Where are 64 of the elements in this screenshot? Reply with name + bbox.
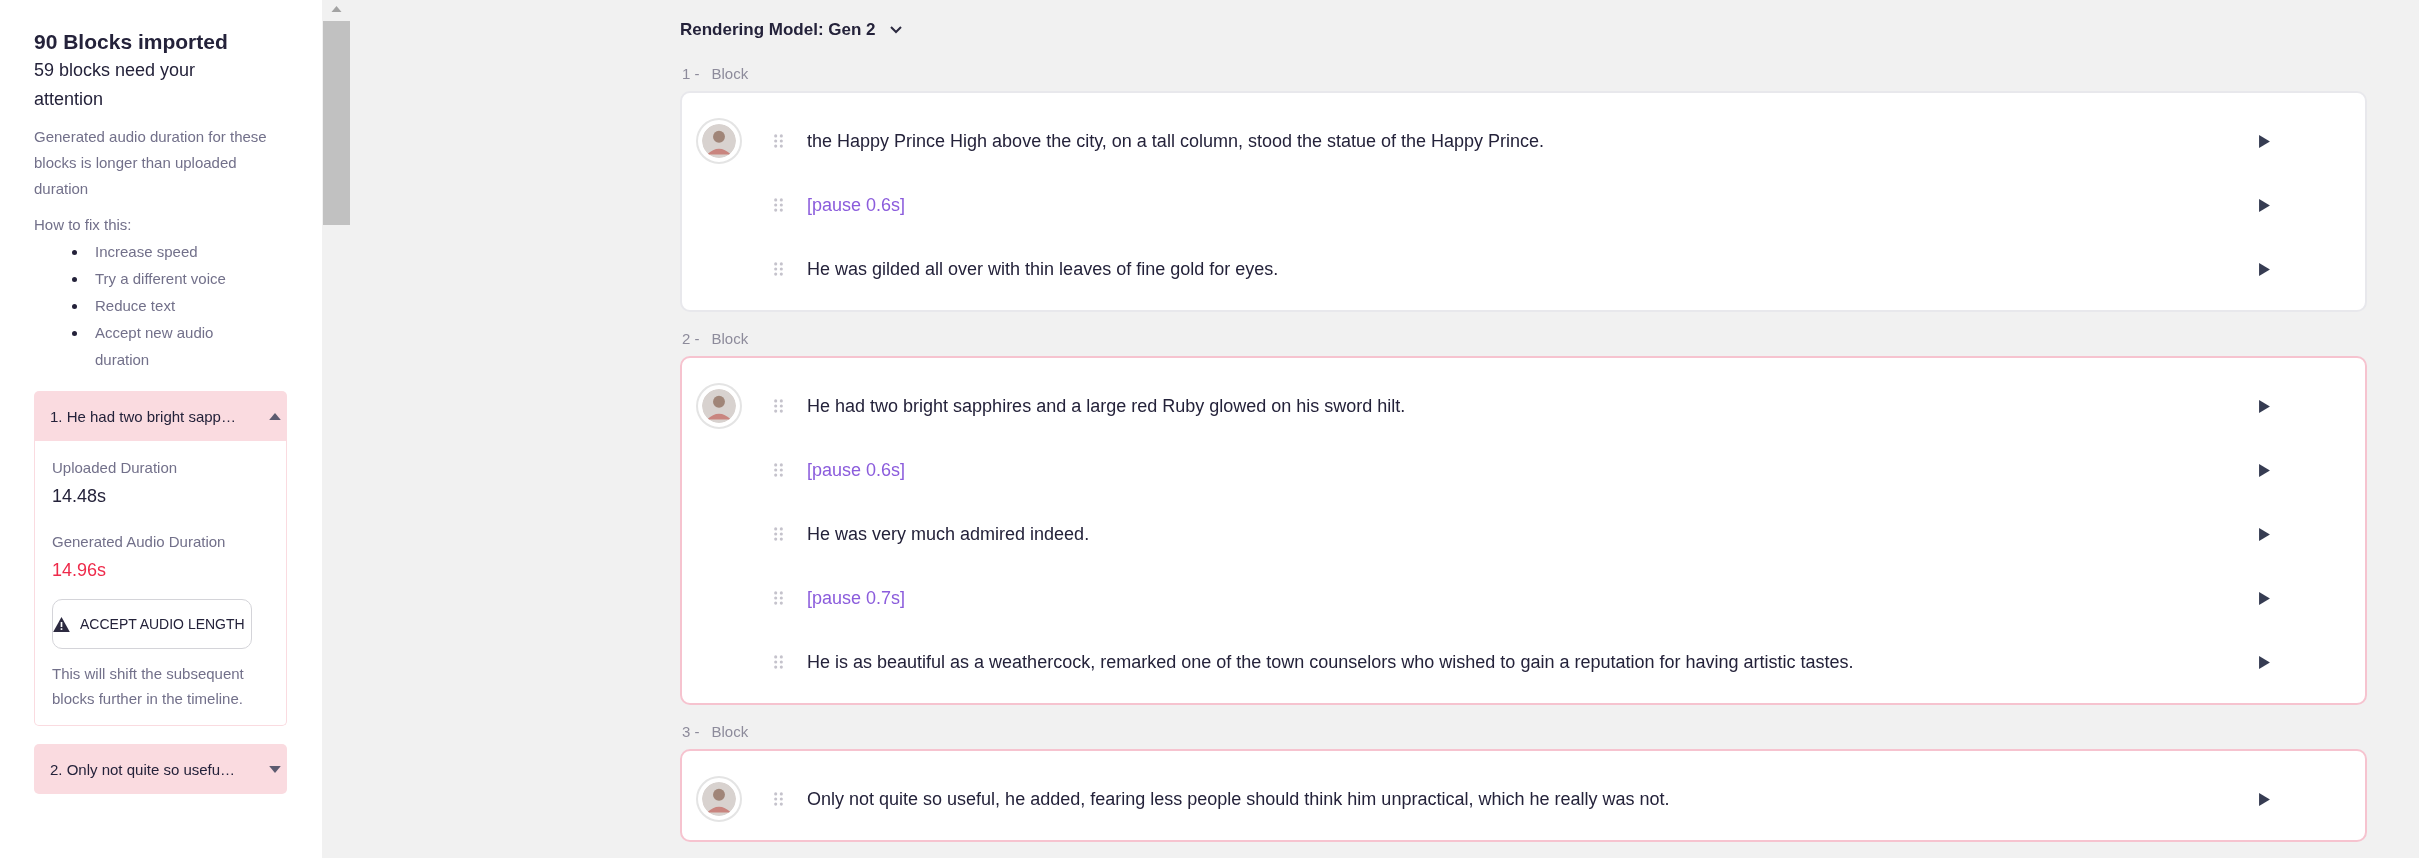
play-icon[interactable] [2259, 463, 2270, 477]
attention-count: 59 blocks need your attention [34, 59, 197, 111]
bullet-icon [72, 304, 77, 309]
shift-note: This will shift the subsequent blocks further in the timeline. [52, 664, 245, 709]
sentence-text[interactable]: He is as beautiful as a weathercock, remarked one of the town counselors who wished to gain a reputation for having artistic tastes. [807, 651, 2259, 673]
block-number: 2 - [682, 329, 700, 347]
fix-tip: Accept new audio duration [95, 323, 215, 370]
block-label: Block [711, 329, 749, 347]
generated-duration-value: 14.96s [52, 559, 108, 582]
scrollbar-thumb[interactable] [322, 21, 350, 225]
sentence-text[interactable]: He was very much admired indeed. [807, 523, 2259, 545]
sentence-text[interactable]: the Happy Prince High above the city, on a tall column, stood the statue of the Happy Prince. [807, 130, 2259, 152]
play-icon[interactable] [2259, 198, 2270, 212]
play-icon[interactable] [2259, 262, 2270, 276]
sentence-text[interactable]: He was gilded all over with thin leaves of fine gold for eyes. [807, 258, 2259, 280]
description-text: Generated audio duration for these blocks is longer than uploaded duration [34, 127, 268, 199]
avatar [696, 118, 742, 164]
drag-handle-icon[interactable] [774, 527, 783, 541]
avatar [696, 776, 742, 822]
drag-handle-icon[interactable] [774, 399, 783, 413]
drag-handle-icon[interactable] [774, 792, 783, 806]
drag-handle-icon[interactable] [774, 262, 783, 276]
issue-header[interactable]: 1. He had two bright sapp… [34, 391, 287, 441]
accept-audio-length-button[interactable]: ACCEPT AUDIO LENGTH [52, 599, 252, 649]
uploaded-duration-value: 14.48s [52, 485, 108, 508]
fix-tip: Reduce text [95, 296, 177, 316]
issue-header[interactable]: 2. Only not quite so usefu… [34, 744, 287, 794]
play-icon[interactable] [2259, 655, 2270, 669]
pause-tag[interactable]: [pause 0.6s] [807, 194, 2259, 216]
avatar [696, 383, 742, 429]
block-label: Block [711, 64, 749, 82]
caret-icon [269, 412, 281, 420]
bullet-icon [72, 277, 77, 282]
caret-icon [269, 765, 281, 773]
sentence-text[interactable]: Only not quite so useful, he added, fearing less people should think him unpractical, which he really was not. [807, 788, 2259, 810]
bullet-icon [72, 250, 77, 255]
chevron-down-icon [889, 26, 902, 34]
pause-tag[interactable]: [pause 0.7s] [807, 587, 2259, 609]
uploaded-duration-label: Uploaded Duration [52, 458, 179, 478]
bullet-icon [72, 331, 77, 336]
sentence-text[interactable]: He had two bright sapphires and a large red Ruby glowed on his sword hilt. [807, 395, 2259, 417]
play-icon[interactable] [2259, 134, 2270, 148]
drag-handle-icon[interactable] [774, 655, 783, 669]
block-number: 1 - [682, 64, 700, 82]
rendering-model-dropdown[interactable]: Rendering Model: Gen 2 [680, 18, 902, 42]
pause-tag[interactable]: [pause 0.6s] [807, 459, 2259, 481]
block-number: 3 - [682, 722, 700, 740]
scroll-up-icon[interactable] [330, 6, 342, 12]
play-icon[interactable] [2259, 792, 2270, 806]
import-summary-title: 90 Blocks imported [34, 29, 229, 55]
play-icon[interactable] [2259, 591, 2270, 605]
warning-icon [53, 616, 70, 632]
fix-heading: How to fix this: [34, 215, 133, 235]
drag-handle-icon[interactable] [774, 198, 783, 212]
drag-handle-icon[interactable] [774, 134, 783, 148]
block-label: Block [711, 722, 749, 740]
scrollbar[interactable] [322, 0, 350, 858]
fix-tip: Increase speed [95, 242, 199, 262]
fix-tip: Try a different voice [95, 269, 227, 289]
generated-duration-label: Generated Audio Duration [52, 532, 227, 552]
drag-handle-icon[interactable] [774, 463, 783, 477]
drag-handle-icon[interactable] [774, 591, 783, 605]
play-icon[interactable] [2259, 399, 2270, 413]
play-icon[interactable] [2259, 527, 2270, 541]
